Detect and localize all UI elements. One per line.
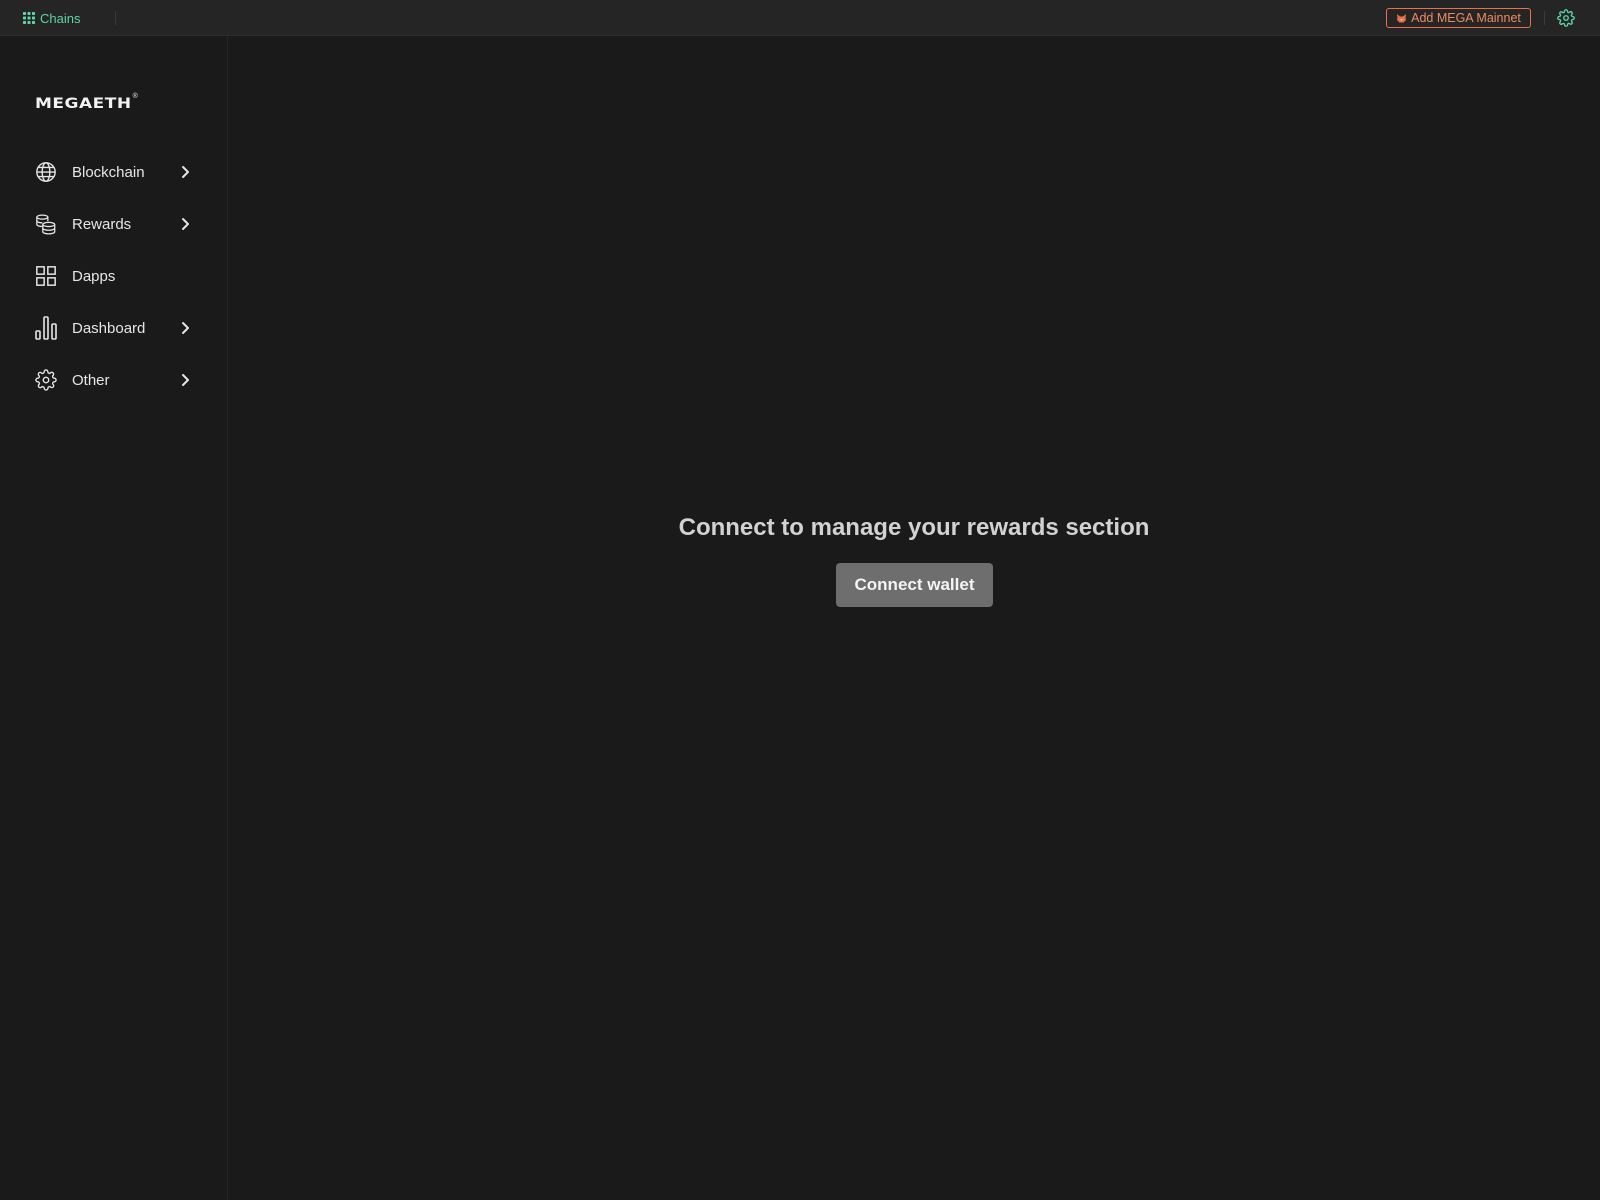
chains-label: Chains [40, 10, 81, 26]
sidebar-item-label: Other [72, 371, 110, 389]
divider [1544, 11, 1545, 25]
add-network-button[interactable]: Add MEGA Mainnet [1386, 8, 1531, 28]
logo-text: MEGAETH [35, 95, 132, 113]
sidebar-item-label: Rewards [72, 215, 132, 233]
connect-wallet-button[interactable]: Connect wallet [836, 563, 993, 607]
sidebar: MEGAETH ® Blockchain Rewards Dapps Dashb… [0, 36, 228, 1200]
chevron-right-icon [177, 320, 193, 336]
chevron-right-icon [177, 216, 193, 232]
divider [115, 11, 116, 25]
chevron-right-icon [177, 372, 193, 388]
logo-registered-mark: ® [132, 93, 138, 100]
page-title: Connect to manage your rewards section [678, 514, 1150, 541]
settings-gear-icon[interactable] [1557, 9, 1575, 27]
main-content: Connect to manage your rewards section C… [228, 36, 1600, 1200]
sidebar-item-label: Blockchain [72, 163, 145, 181]
sidebar-item-label: Dashboard [72, 319, 146, 337]
coins-icon [33, 211, 59, 237]
grid-dots-icon [23, 12, 35, 24]
chevron-right-icon [177, 164, 193, 180]
sidebar-item-blockchain[interactable]: Blockchain [33, 157, 193, 187]
globe-icon [33, 159, 59, 185]
gear-icon [33, 367, 59, 393]
bar-chart-icon [33, 315, 59, 341]
apps-grid-icon [33, 263, 59, 289]
add-network-label: Add MEGA Mainnet [1411, 11, 1521, 25]
fox-icon [1397, 14, 1407, 23]
sidebar-item-dashboard[interactable]: Dashboard [33, 313, 193, 343]
logo[interactable]: MEGAETH ® [35, 93, 138, 114]
sidebar-item-label: Dapps [72, 267, 116, 285]
sidebar-item-dapps[interactable]: Dapps [33, 261, 193, 291]
sidebar-item-rewards[interactable]: Rewards [33, 209, 193, 239]
sidebar-item-other[interactable]: Other [33, 365, 193, 395]
top-bar: Chains Add MEGA Mainnet [0, 0, 1600, 36]
chains-menu-button[interactable]: Chains [22, 9, 80, 27]
